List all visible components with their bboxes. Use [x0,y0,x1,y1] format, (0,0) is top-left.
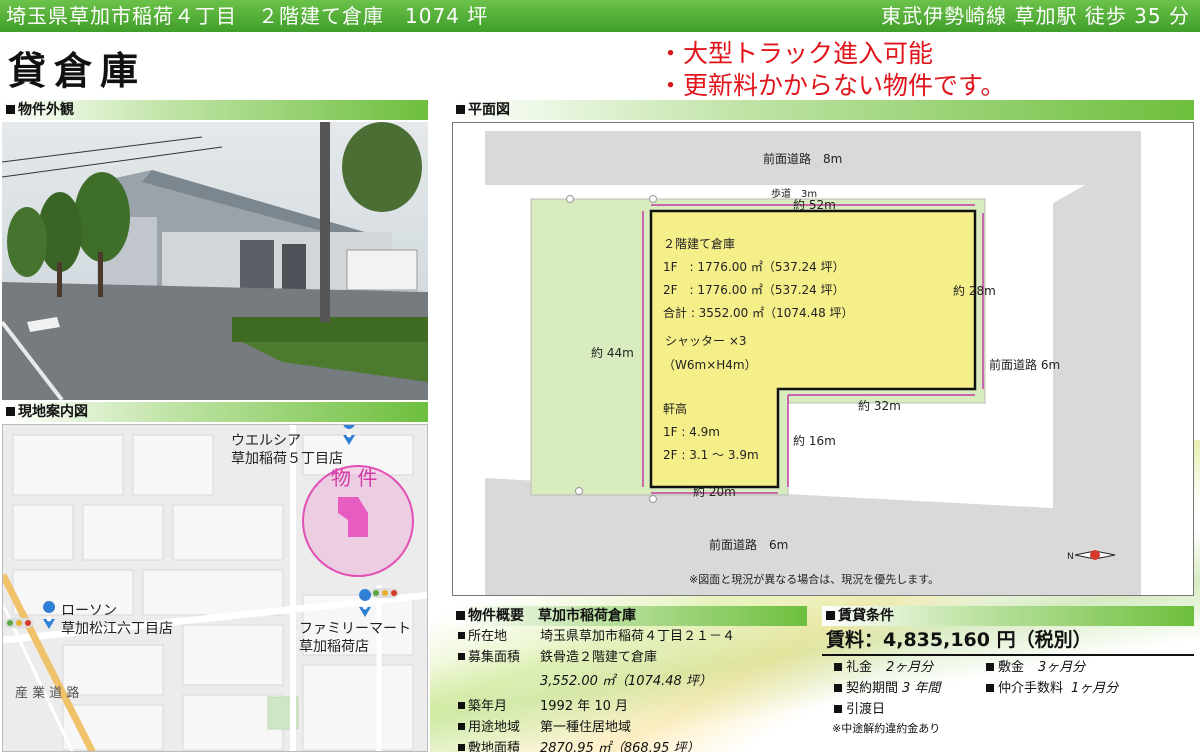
section-overview: 物件概要 草加市稲荷倉庫 [452,606,807,626]
plan-eaves2: 2F : 3.1 ～ 3.9m [663,448,759,462]
overview-row: 敷地面積 2870.95 ㎡（868.95 坪） [452,738,807,752]
map-label-lawson-branch: 草加松江六丁目店 [61,621,173,637]
plan-eaves: 軒高 [663,401,687,416]
feature-item: 大型トラック進入可能 [658,38,1006,70]
floor-plan-drawing: 前面道路 8m 歩道 3m 約 52m ２階建て倉庫 1F : 1776.00 … [485,131,1141,595]
section-exterior: 物件外観 [2,100,428,120]
traffic-light-icon [5,618,33,628]
square-bullet-icon [458,632,465,639]
square-bullet-icon [456,611,465,620]
plan-label-road-bottom: 前面道路 6m [709,537,788,552]
map-illustration: ウエルシア 草加稲荷５丁目店 物 件 ローソン 草加松江六丁目店 ファミリーマー… [3,425,427,751]
rent-amount: 賃料：4,835,160 円（税別） [822,626,1194,656]
plan-shutter: シャッター ×3 [665,334,747,348]
plan-total: 合計 : 3552.00 ㎡（1074.48 坪） [663,305,854,320]
square-bullet-icon [834,663,842,671]
square-bullet-icon [456,105,465,114]
plan-label-depth-28: 約 28m [953,283,996,298]
section-terms: 賃貸条件 [822,606,1194,626]
plan-label-width-52: 約 52m [793,197,836,212]
plan-label-road-right: 前面道路 6m [989,357,1060,372]
overview-row: 所在地 埼玉県草加市稲荷４丁目２１－４ [452,626,807,647]
plan-label-depth-44: 約 44m [591,345,634,360]
plan-label-width-20: 約 20m [693,484,736,499]
square-bullet-icon [834,684,842,692]
traffic-light-icon [371,588,399,598]
warehouse-photo-illustration [2,122,428,400]
page-title: 貸倉庫 [8,48,147,93]
map-label-road: 産 業 道 路 [15,685,79,701]
square-bullet-icon [458,744,465,751]
section-floorplan: 平面図 [452,100,1194,120]
plan-floor1: 1F : 1776.00 ㎡（537.24 坪） [663,260,845,274]
header-address: 埼玉県草加市稲荷４丁目 ２階建て倉庫 1074 坪 [6,4,489,28]
map-label-welcia: ウエルシア [231,433,301,449]
feature-item: 更新料かからない物件です。 [658,70,1006,102]
property-overview: 所在地 埼玉県草加市稲荷４丁目２１－４ 募集面積 鉄骨造２階建て倉庫 3,552… [452,626,807,752]
square-bullet-icon [458,653,465,660]
square-bullet-icon [6,407,15,416]
plan-label-road-top: 前面道路 8m [763,151,842,166]
map-label-property: 物 件 [331,466,377,490]
plan-note: ※図面と現況が異なる場合は、現況を優先します。 [689,572,939,586]
feature-list: 大型トラック進入可能 更新料かからない物件です。 [658,38,1006,102]
terms-note: ※中途解約違約金あり [832,722,941,735]
plan-shutter-size: （W6m×H4m） [663,358,757,372]
plan-label-width-32: 約 32m [858,398,901,413]
floor-plan: 前面道路 8m 歩道 3m 約 52m ２階建て倉庫 1F : 1776.00 … [452,122,1194,596]
header-access: 東武伊勢崎線 草加駅 徒歩 35 分 [881,4,1190,28]
square-bullet-icon [826,611,835,620]
plan-floor2: 2F : 1776.00 ㎡（537.24 坪） [663,283,845,297]
overview-row: 3,552.00 ㎡（1074.48 坪） [540,674,712,689]
map-label-familymart: ファミリーマート [299,621,411,637]
overview-row: 用途地域 第一種住居地域 [452,717,807,738]
overview-row: 築年月 1992 年 10 月 [452,696,807,717]
svg-text:N: N [1067,552,1074,562]
plan-eaves1: 1F : 4.9m [663,425,720,439]
location-map: ウエルシア 草加稲荷５丁目店 物 件 ローソン 草加松江六丁目店 ファミリーマー… [2,424,428,752]
map-label-familymart-branch: 草加稲荷店 [299,639,369,655]
plan-label-depth-16: 約 16m [793,433,836,448]
map-label-lawson: ローソン [61,603,117,619]
exterior-photo [2,122,428,400]
plan-building-name: ２階建て倉庫 [663,236,735,251]
section-map: 現地案内図 [2,402,428,422]
overview-row: 募集面積 鉄骨造２階建て倉庫 [452,647,807,668]
square-bullet-icon [458,702,465,709]
square-bullet-icon [834,705,842,713]
square-bullet-icon [986,684,994,692]
header-bar: 埼玉県草加市稲荷４丁目 ２階建て倉庫 1074 坪 東武伊勢崎線 草加駅 徒歩 … [0,0,1200,32]
square-bullet-icon [986,663,994,671]
square-bullet-icon [458,723,465,730]
rental-terms: 賃料：4,835,160 円（税別） 礼金 2ヶ月分 敷金 3ヶ月分 契約期間 3 年… [822,626,1194,738]
square-bullet-icon [6,105,15,114]
map-label-welcia-branch: 草加稲荷５丁目店 [231,451,343,467]
